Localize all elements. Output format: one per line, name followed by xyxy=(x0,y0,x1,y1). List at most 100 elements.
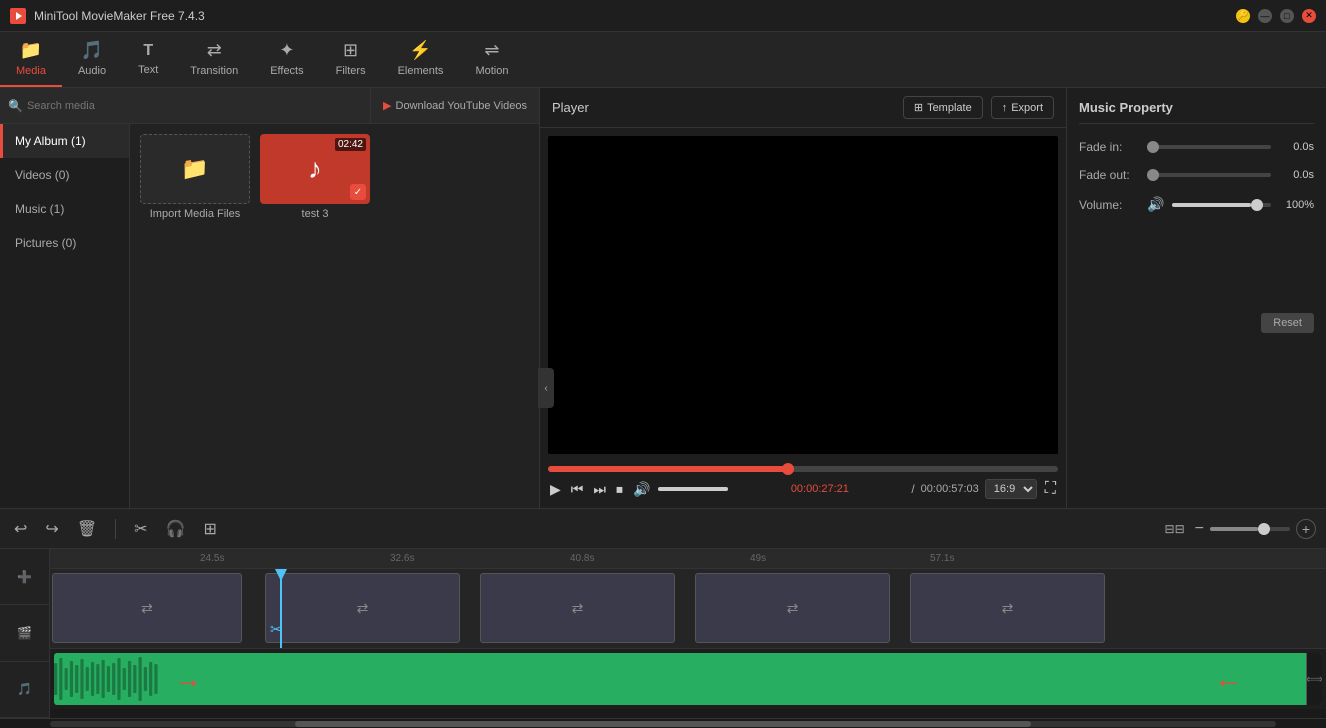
volume-fill xyxy=(658,487,728,491)
timeline: ↩ ↪ 🗑 ✂ 🎧 ⊞ ⊟⊟ − + ➕ 🎬 🎵 xyxy=(0,508,1326,728)
reset-button[interactable]: Reset xyxy=(1261,313,1314,333)
close-button[interactable]: ✕ xyxy=(1302,9,1316,23)
app-title: MiniTool MovieMaker Free 7.4.3 xyxy=(34,9,1236,23)
video-clip-2[interactable]: ⇄ xyxy=(265,573,460,643)
export-icon: ↑ xyxy=(1002,102,1008,114)
delete-button[interactable]: 🗑 xyxy=(73,515,101,543)
app-logo xyxy=(10,8,26,24)
audio-waveform: → ← ⟺ xyxy=(54,653,1322,705)
toolbar-text[interactable]: T Text xyxy=(122,32,174,87)
panel-collapse-handle[interactable]: ‹ xyxy=(538,368,554,408)
title-bar: MiniTool MovieMaker Free 7.4.3 🔑 — □ ✕ xyxy=(0,0,1326,32)
effects-label: Effects xyxy=(270,65,303,77)
cut-button[interactable]: ✂ xyxy=(130,515,151,543)
youtube-icon: ▶ xyxy=(383,99,391,112)
download-youtube-button[interactable]: ▶ Download YouTube Videos xyxy=(370,88,539,123)
elements-label: Elements xyxy=(398,65,444,77)
sidebar-item-my-album[interactable]: My Album (1) xyxy=(0,124,129,158)
audio-icon: 🎵 xyxy=(81,40,103,61)
video-clip-3[interactable]: ⇄ xyxy=(480,573,675,643)
audio-track-label: 🎵 xyxy=(0,662,49,718)
timeline-toolbar: ↩ ↪ 🗑 ✂ 🎧 ⊞ ⊟⊟ − + xyxy=(0,509,1326,549)
toolbar-filters[interactable]: ⊞ Filters xyxy=(320,32,382,87)
time-current: 00:00:27:21 xyxy=(734,483,905,495)
media-label: Media xyxy=(16,65,46,77)
crop-button[interactable]: ⊞ xyxy=(199,515,220,543)
clip-arrow-1: ⇄ xyxy=(141,600,153,617)
sidebar-item-pictures[interactable]: Pictures (0) xyxy=(0,226,129,260)
music-property-panel: Music Property Fade in: 0.0s Fade out: 0… xyxy=(1066,88,1326,508)
filters-icon: ⊞ xyxy=(343,40,358,61)
video-clip-5[interactable]: ⇄ xyxy=(910,573,1105,643)
clip-arrow-2: ⇄ xyxy=(357,600,369,617)
template-button[interactable]: ⊞ Template xyxy=(903,96,983,119)
play-button[interactable]: ▶ xyxy=(548,479,563,500)
key-button[interactable]: 🔑 xyxy=(1236,9,1250,23)
sidebar-item-music[interactable]: Music (1) xyxy=(0,192,129,226)
add-track-label[interactable]: ➕ xyxy=(0,549,49,605)
music-media-item[interactable]: ♪ 02:42 ✓ test 3 xyxy=(260,134,370,220)
fullscreen-button[interactable]: ⛶ xyxy=(1043,478,1058,500)
playback-progress-bar[interactable] xyxy=(548,466,1058,472)
fade-out-slider[interactable] xyxy=(1147,173,1271,177)
window-controls: 🔑 — □ ✕ xyxy=(1236,9,1316,23)
ruler-mark-2: 32.6s xyxy=(390,553,414,564)
fit-button[interactable]: ⊟⊟ xyxy=(1161,518,1189,540)
fade-in-slider[interactable] xyxy=(1147,145,1271,149)
audio-detach-button[interactable]: 🎧 xyxy=(162,515,190,543)
redo-button[interactable]: ↪ xyxy=(41,515,62,543)
video-clip-1[interactable]: ⇄ xyxy=(52,573,242,643)
aspect-ratio-select[interactable]: 16:9 9:16 1:1 4:3 21:9 xyxy=(985,479,1037,499)
undo-button[interactable]: ↩ xyxy=(10,515,31,543)
search-icon: 🔍 xyxy=(8,99,23,113)
audio-arrow-right: ← xyxy=(1214,663,1242,695)
music-media-thumb: ♪ 02:42 ✓ xyxy=(260,134,370,204)
zoom-add-button[interactable]: + xyxy=(1296,519,1316,539)
toolbar-elements[interactable]: ⚡ Elements xyxy=(382,32,460,87)
volume-button[interactable]: 🔊 xyxy=(631,479,652,500)
prev-frame-button[interactable]: ⏮ xyxy=(569,479,586,500)
search-input[interactable] xyxy=(27,100,362,112)
track-labels: ➕ 🎬 🎵 xyxy=(0,549,50,718)
toolbar-effects[interactable]: ✦ Effects xyxy=(254,32,319,87)
transition-label: Transition xyxy=(190,65,238,77)
timeline-scrollbar[interactable] xyxy=(0,718,1326,728)
sidebar-item-videos[interactable]: Videos (0) xyxy=(0,158,129,192)
filters-label: Filters xyxy=(336,65,366,77)
zoom-out-button[interactable]: − xyxy=(1195,520,1204,538)
zoom-thumb xyxy=(1258,523,1270,535)
sidebar-navigation: My Album (1) Videos (0) Music (1) Pictur… xyxy=(0,124,130,508)
volume-label: Volume: xyxy=(1079,198,1139,212)
ruler-mark-5: 57.1s xyxy=(930,553,954,564)
player-controls: ▶ ⏮ ⏭ ⏹ 🔊 00:00:27:21 / 00:00:57:03 16:9… xyxy=(540,462,1066,508)
clip-arrow-3: ⇄ xyxy=(572,600,584,617)
minimize-button[interactable]: — xyxy=(1258,9,1272,23)
player-panel: Player ⊞ Template ↑ Export ▶ ⏮ xyxy=(540,88,1066,508)
stop-button[interactable]: ⏹ xyxy=(614,479,625,500)
download-label: Download YouTube Videos xyxy=(396,100,528,112)
toolbar-audio[interactable]: 🎵 Audio xyxy=(62,32,122,87)
ruler-mark-4: 49s xyxy=(750,553,766,564)
audio-resize-handle[interactable]: ⟺ xyxy=(1306,653,1322,705)
library-content: My Album (1) Videos (0) Music (1) Pictur… xyxy=(0,124,539,508)
toolbar: 📁 Media 🎵 Audio T Text ⇄ Transition ✦ Ef… xyxy=(0,32,1326,88)
import-media-thumb: 📁 xyxy=(140,134,250,204)
next-frame-button[interactable]: ⏭ xyxy=(591,479,608,500)
toolbar-transition[interactable]: ⇄ Transition xyxy=(174,32,254,87)
fade-out-value: 0.0s xyxy=(1279,169,1314,181)
audio-track: → ← ⟺ xyxy=(50,649,1326,709)
import-media-item[interactable]: 📁 Import Media Files xyxy=(140,134,250,220)
scrollbar-track[interactable] xyxy=(50,721,1276,727)
volume-property-slider[interactable] xyxy=(1172,203,1271,207)
scrollbar-thumb[interactable] xyxy=(295,721,1031,727)
ruler-mark-1: 24.5s xyxy=(200,553,224,564)
zoom-slider[interactable] xyxy=(1210,527,1290,531)
media-icon: 📁 xyxy=(20,40,42,61)
maximize-button[interactable]: □ xyxy=(1280,9,1294,23)
video-clip-4[interactable]: ⇄ xyxy=(695,573,890,643)
volume-slider-thumb xyxy=(1251,199,1263,211)
toolbar-motion[interactable]: ⇌ Motion xyxy=(459,32,524,87)
volume-slider[interactable] xyxy=(658,487,728,491)
export-button[interactable]: ↑ Export xyxy=(991,96,1054,119)
toolbar-media[interactable]: 📁 Media xyxy=(0,32,62,87)
